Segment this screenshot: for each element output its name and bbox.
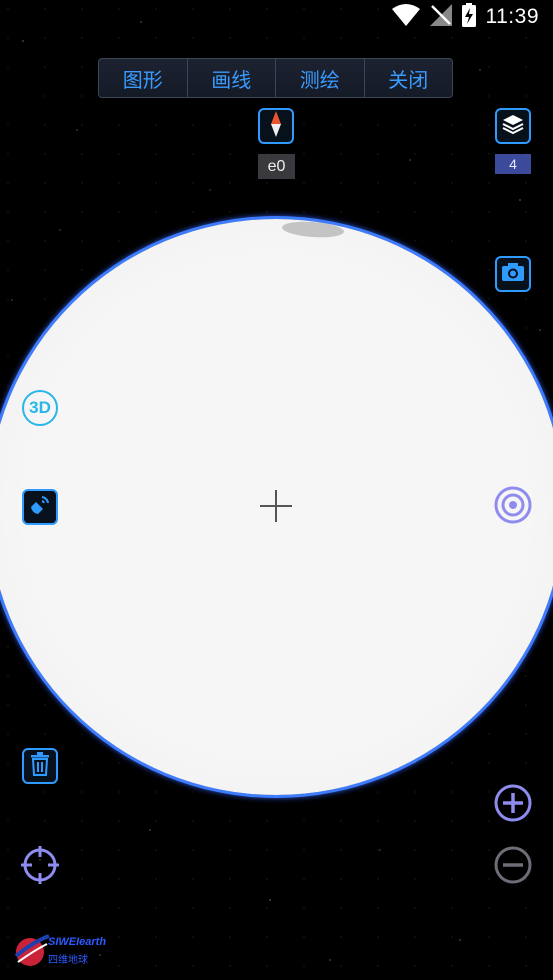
locate-button[interactable] — [21, 845, 59, 889]
status-bar: 11:39 — [0, 0, 553, 34]
locate-icon — [21, 845, 59, 889]
zoom-out-button[interactable] — [494, 846, 532, 889]
target-icon — [494, 486, 532, 529]
3d-toggle-button[interactable]: 3D — [22, 390, 58, 426]
compass-icon — [269, 110, 283, 142]
zoom-in-icon — [494, 784, 532, 827]
layers-icon — [502, 113, 524, 140]
camera-icon — [501, 262, 525, 287]
top-menu: 图形 画线 测绘 关闭 — [98, 58, 453, 98]
screenshot-button[interactable] — [495, 256, 531, 292]
trash-icon — [30, 751, 50, 781]
zoom-out-icon — [494, 846, 532, 889]
compass-button[interactable] — [258, 108, 294, 144]
logo-brand-text: SIWEIearth — [48, 936, 107, 948]
wifi-icon — [391, 3, 420, 31]
center-crosshair-icon — [260, 490, 292, 522]
zoom-in-button[interactable] — [494, 784, 532, 827]
target-button[interactable] — [494, 486, 532, 529]
satellite-button[interactable] — [22, 489, 58, 525]
layer-count-badge: 4 — [495, 154, 531, 174]
3d-toggle-icon: 3D — [29, 398, 51, 417]
logo-sub-text: 四维地球 — [48, 955, 88, 966]
menu-draw-line[interactable]: 画线 — [188, 59, 276, 97]
no-signal-icon — [429, 3, 452, 31]
layers-button[interactable] — [495, 108, 531, 144]
battery-charging-icon — [461, 2, 476, 32]
clear-button[interactable] — [22, 748, 58, 784]
status-time: 11:39 — [485, 5, 539, 28]
menu-shapes[interactable]: 图形 — [99, 59, 188, 97]
menu-close[interactable]: 关闭 — [365, 59, 453, 97]
menu-measure[interactable]: 测绘 — [276, 59, 365, 97]
compass-heading-label: e0 — [258, 154, 295, 179]
satellite-icon — [28, 493, 52, 522]
